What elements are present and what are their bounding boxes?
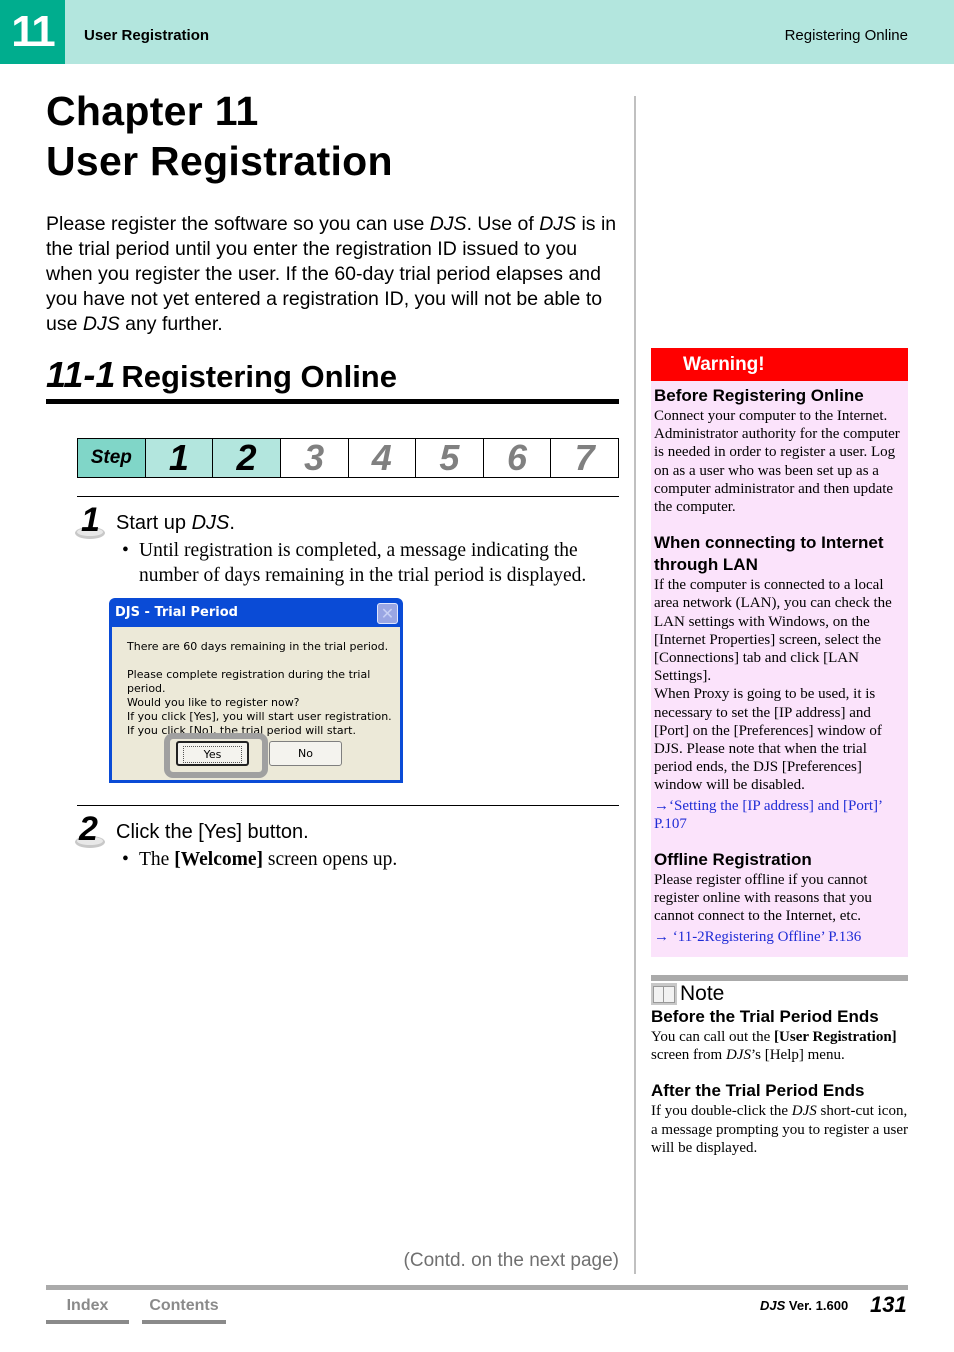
warning-heading: Offline Registration (654, 850, 812, 870)
intro-text: any further. (119, 313, 223, 335)
dialog-message: There are 60 days remaining in the trial… (127, 640, 400, 738)
cross-reference-link[interactable]: →‘Setting the [IP address] and [Port]’ P… (654, 797, 905, 833)
chapter-title-line1: Chapter 11 (46, 88, 259, 134)
bullet-text-bold: [Welcome] (174, 849, 263, 870)
note-text-part: screen from (651, 1047, 726, 1064)
contents-link[interactable]: Contents (142, 1296, 226, 1324)
step-2-icon: 2 (75, 812, 105, 848)
warning-heading: When connecting to Internet through LAN (654, 533, 884, 575)
step-2-body: • The [Welcome] screen opens up. (122, 847, 622, 872)
version-number: Ver. 1.600 (785, 1298, 849, 1313)
step-1-heading-product: DJS (191, 512, 230, 534)
step-1-body: • Until registration is completed, a mess… (122, 538, 622, 588)
page-number: 131 (870, 1292, 907, 1317)
warning-text: Please register offline if you cannot re… (654, 872, 872, 925)
note-heading: Before the Trial Period Ends (651, 1007, 879, 1026)
step-indicator-item: 1 (145, 437, 214, 478)
intro-product: DJS (82, 313, 120, 335)
header-section: Registering Online (784, 27, 908, 44)
note-body: Before the Trial Period Ends You can cal… (651, 1006, 909, 1157)
book-icon (651, 983, 677, 1005)
warning-header: Warning! (651, 348, 908, 381)
bullet-text-part: screen opens up. (263, 849, 398, 870)
section-title: Registering Online (121, 359, 397, 394)
note-text: You can call out the [User Registration]… (651, 1028, 909, 1064)
note-text-part: If you double-click the (651, 1103, 792, 1120)
step-indicator-item: 6 (484, 437, 552, 478)
step-indicator-item: 7 (574, 437, 595, 478)
continued-note: (Contd. on the next page) (403, 1250, 619, 1271)
page-header: 11 User Registration Registering Online (0, 0, 954, 64)
note-text-part: You can call out the (651, 1029, 775, 1045)
divider (77, 496, 619, 497)
warning-heading: Before Registering Online (654, 386, 864, 405)
bullet-text-part: The (139, 849, 175, 870)
step-indicator-item: 2 (213, 437, 281, 478)
note-text-product: DJS (725, 1047, 751, 1064)
note-heading: After the Trial Period Ends (651, 1081, 865, 1101)
step-1-icon: 1 (75, 503, 105, 539)
warning-text: Connect your computer to the Internet. A… (654, 408, 900, 516)
dialog-message-line: There are 60 days remaining in the trial… (127, 640, 389, 653)
intro-text: . Use of (466, 213, 540, 235)
index-link[interactable]: Index (46, 1296, 129, 1324)
yes-button[interactable]: Yes (176, 741, 249, 766)
section-number: 11-1 (46, 354, 116, 395)
bullet-text: Until registration is completed, a messa… (139, 540, 587, 586)
column-divider (634, 96, 636, 1274)
step-indicator-item: 5 (416, 437, 484, 478)
cross-reference-link[interactable]: → ‘11-2Registering Offline’ P.136 (654, 928, 905, 946)
dialog-body: There are 60 days remaining in the trial… (112, 627, 400, 780)
bullet-text: The [Welcome] screen opens up. (139, 847, 397, 872)
close-icon[interactable]: ✕ (377, 603, 398, 624)
step-indicator-item: 4 (349, 437, 417, 478)
section-heading: 11-1 Registering Online (46, 354, 619, 404)
bullet-item: • The [Welcome] screen opens up. (122, 847, 398, 872)
footer-divider (46, 1285, 908, 1290)
warning-text: When Proxy is going to be used, it is ne… (654, 686, 882, 794)
step-1-heading: Start up DJS. (116, 512, 235, 535)
step-1-heading-end: . (229, 512, 235, 534)
divider (77, 805, 619, 806)
header-title: User Registration (84, 27, 210, 44)
product-name: DJS (760, 1298, 786, 1313)
intro-paragraph: Please register the software so you can … (46, 212, 621, 337)
step-indicator-item: 3 (281, 437, 349, 478)
warning-text: If the computer is connected to a local … (654, 577, 892, 685)
intro-text: Please register the software so you can … (46, 213, 430, 235)
no-button[interactable]: No (269, 741, 342, 766)
warning-box: Before Registering Online Connect your c… (651, 381, 908, 957)
note-text-product: DJS (791, 1103, 817, 1120)
step-2-heading: Click the [Yes] button. (116, 821, 309, 843)
step-indicator: Step 1 2 3 4 5 6 7 (77, 437, 619, 478)
dialog-title: DJS - Trial Period (115, 605, 238, 620)
dialog-message-line: Would you like to register now? (127, 696, 300, 709)
yes-button-label: Yes (182, 746, 243, 763)
intro-product: DJS (429, 213, 467, 235)
note-text-part: ’s [Help] menu. (750, 1047, 845, 1064)
step-1-number: 1 (81, 503, 100, 539)
note-text-bold: [User Registration] (774, 1029, 897, 1045)
intro-product: DJS (539, 213, 577, 235)
note-label: Note (680, 982, 725, 1005)
step-2-number: 2 (78, 812, 98, 848)
step-1-heading-text: Start up (116, 512, 192, 534)
version-label: DJS Ver. 1.600 (760, 1298, 848, 1313)
note-text: If you double-click the DJS short-cut ic… (651, 1102, 909, 1157)
note-divider (651, 975, 908, 981)
bullet-item: • Until registration is completed, a mess… (122, 538, 622, 588)
chapter-title-line2: User Registration (46, 138, 393, 184)
trial-period-dialog: DJS - Trial Period ✕ There are 60 days r… (109, 598, 403, 783)
note-header: Note (651, 982, 724, 1006)
dialog-message-line: Please complete registration during the … (127, 668, 371, 695)
dialog-message-line: If you click [Yes], you will start user … (127, 710, 392, 723)
step-indicator-label: Step (78, 439, 146, 477)
chapter-title: Chapter 11 User Registration (46, 86, 393, 186)
chapter-tab: 11 (0, 0, 65, 64)
